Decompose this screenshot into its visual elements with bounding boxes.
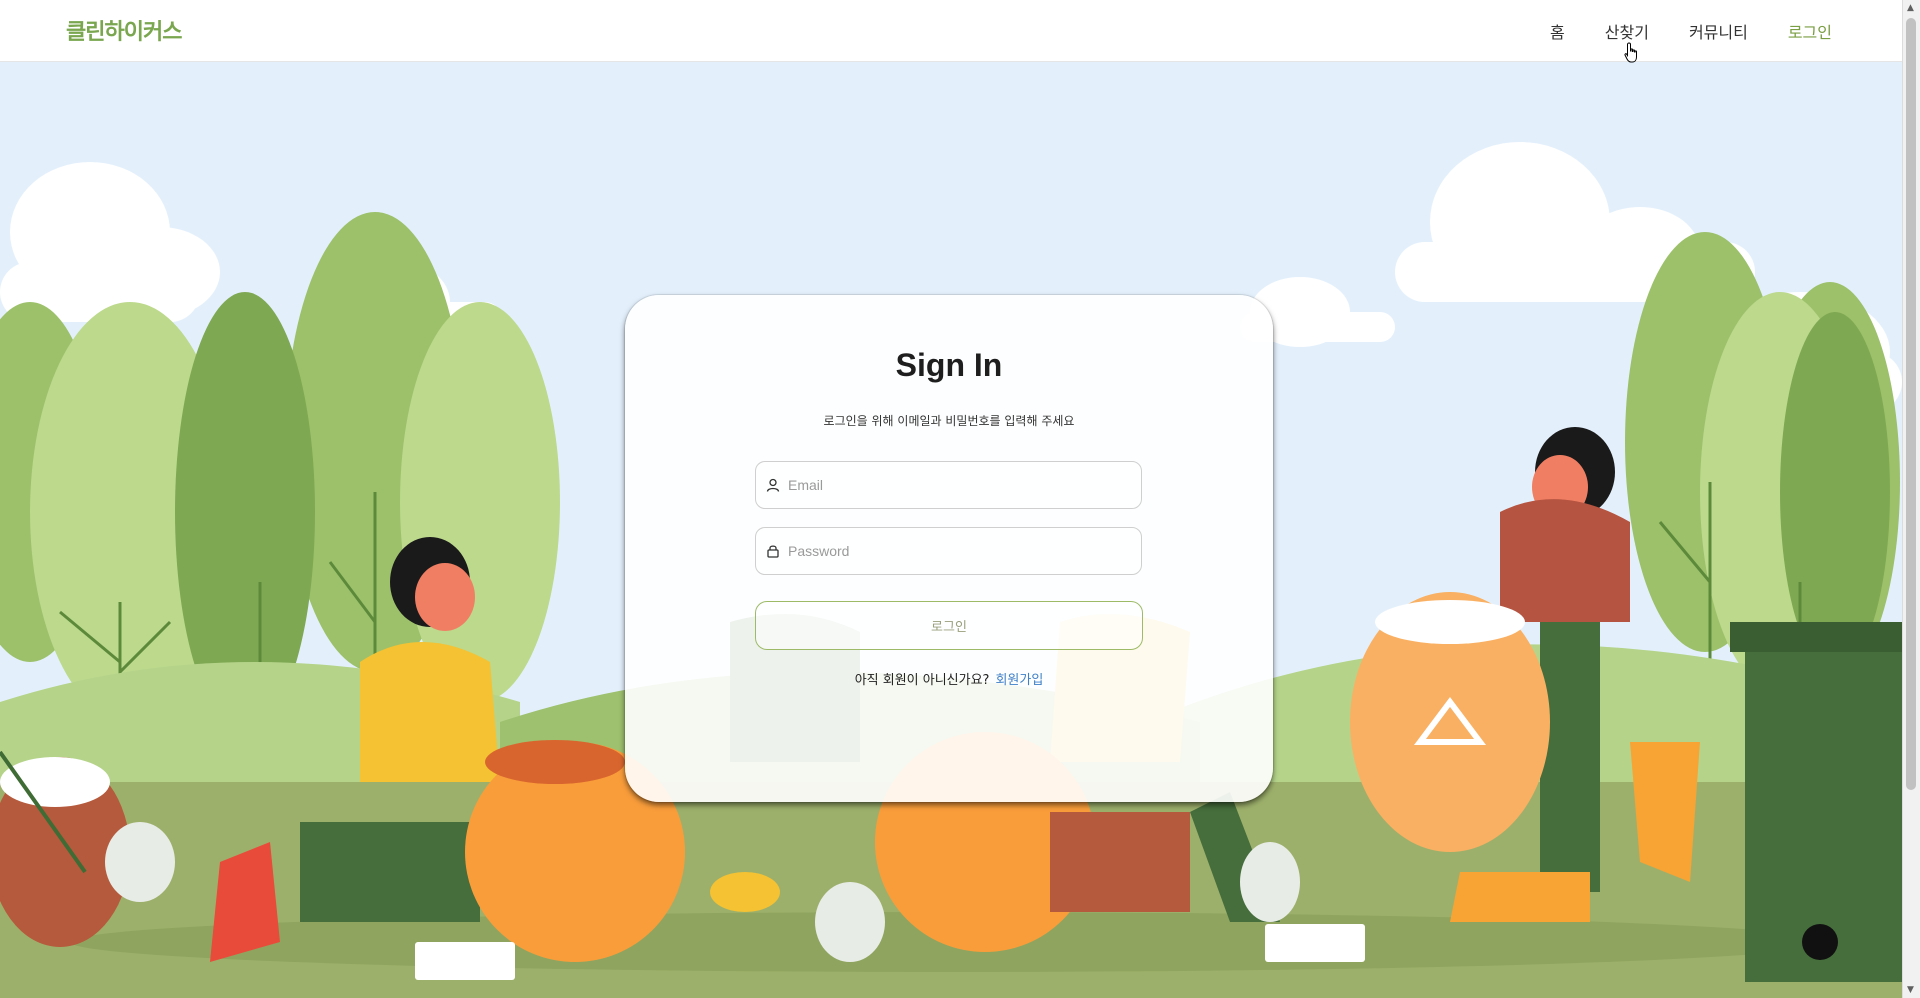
signup-link[interactable]: 회원가입 (995, 673, 1043, 688)
signup-prompt: 아직 회원이 아니신가요? (854, 673, 990, 688)
login-button[interactable]: 로그인 (755, 601, 1143, 650)
main-nav: 홈 산찾기 커뮤니티 로그인 (1550, 19, 1832, 43)
nav-community[interactable]: 커뮤니티 (1689, 19, 1748, 43)
signup-row: 아직 회원이 아니신가요? 회원가입 (625, 669, 1273, 688)
top-navbar: 클린하이커스 홈 산찾기 커뮤니티 로그인 (0, 0, 1902, 62)
nav-home[interactable]: 홈 (1550, 19, 1565, 43)
scroll-down-icon[interactable]: ▼ (1907, 985, 1914, 995)
signin-subtitle: 로그인을 위해 이메일과 비밀번호를 입력해 주세요 (823, 414, 1075, 428)
signin-title: Sign In (895, 347, 1003, 383)
signin-card: Sign In 로그인을 위해 이메일과 비밀번호를 입력해 주세요 로그인 아… (625, 295, 1273, 802)
password-input[interactable] (786, 542, 1120, 560)
lock-icon (767, 545, 779, 558)
email-input[interactable] (786, 476, 1120, 494)
scrollbar-thumb[interactable] (1906, 18, 1916, 790)
vertical-scrollbar[interactable]: ▲ ▼ (1902, 0, 1920, 998)
email-field[interactable] (755, 461, 1142, 509)
scroll-up-icon[interactable]: ▲ (1907, 3, 1914, 13)
nav-login[interactable]: 로그인 (1788, 19, 1832, 43)
site-logo[interactable]: 클린하이커스 (66, 14, 182, 46)
password-field[interactable] (755, 527, 1142, 575)
user-icon (766, 478, 780, 492)
hand-cursor-icon (1624, 42, 1637, 63)
nav-find-mountain[interactable]: 산찾기 (1605, 19, 1649, 43)
